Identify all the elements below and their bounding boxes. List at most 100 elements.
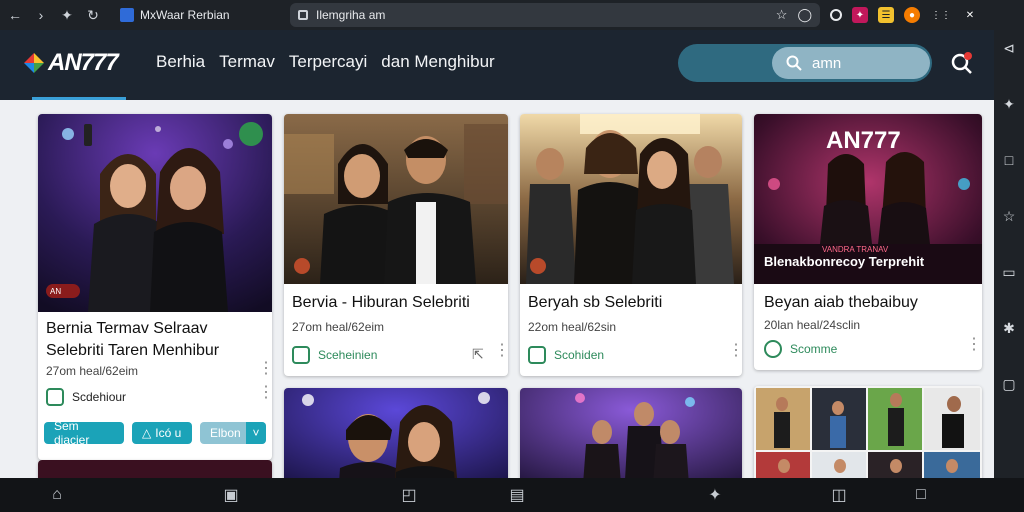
tab-favicon-icon (120, 8, 134, 22)
tools-icon[interactable]: ✦ (1001, 96, 1017, 112)
nav-item-termav[interactable]: Termav (219, 52, 275, 72)
article-card[interactable]: Bervia - Hiburan Selebriti 27om heal/62e… (284, 114, 508, 376)
home-icon[interactable]: ⌂ (48, 486, 66, 504)
bottom-bar: ⌂ ▣ ◰ ▤ ✦ ◫ □ (0, 478, 1024, 512)
back-icon[interactable]: ← (4, 4, 26, 26)
card-image[interactable] (284, 114, 508, 284)
card-category[interactable]: Sceheinien (292, 346, 377, 364)
action-button-2-label: Icó u (155, 426, 182, 440)
share-icon[interactable]: ⇱ (472, 346, 484, 363)
card-category[interactable]: Scomme (764, 340, 837, 358)
card-category[interactable]: Scdehiour (46, 388, 126, 406)
card-title[interactable]: Beyan aiab thebaibuy (764, 292, 918, 314)
window-icon[interactable]: ▢ (1001, 376, 1017, 392)
circle-icon[interactable] (830, 9, 842, 21)
store-icon[interactable]: ▤ (508, 486, 526, 504)
share-icon[interactable]: ⊲ (1001, 40, 1017, 56)
bookmark-icon[interactable]: ▭ (1001, 264, 1017, 280)
triangle-icon: △ (142, 426, 152, 440)
menu-dots-icon[interactable]: ⋮⋮ (930, 7, 952, 23)
address-bar[interactable]: Ilemgriha am ☆ ◯ (290, 3, 820, 27)
card-image[interactable] (284, 388, 508, 478)
poster-title: AN777 (826, 127, 901, 154)
settings-icon[interactable]: ✱ (1001, 320, 1017, 336)
article-card[interactable]: AN777 VANDRA TRANAV Blenakbonrecoy Terpr… (754, 114, 982, 370)
address-text: Ilemgriha am (316, 8, 386, 22)
square-icon[interactable]: □ (1001, 152, 1017, 168)
category-icon (764, 340, 782, 358)
article-card[interactable]: AN Bernia Termav Selraav Selebriti Taren… (38, 114, 272, 460)
card-image[interactable]: AN (38, 114, 272, 312)
category-icon (292, 346, 310, 364)
card-meta: 27om heal/62eim (292, 320, 385, 334)
puzzle-icon[interactable]: ✦ (852, 7, 868, 23)
card-title[interactable]: Beryah sb Selebriti (528, 292, 662, 314)
logo-mark-icon (24, 53, 44, 73)
bag-icon[interactable]: ◰ (400, 486, 418, 504)
shield-icon[interactable]: ◯ (797, 7, 812, 23)
card-menu-icon[interactable]: ⋮ (966, 337, 982, 353)
poster-sub: VANDRA TRANAV (822, 245, 889, 254)
camera-icon[interactable]: ▣ (222, 486, 240, 504)
browser-toolbar: ← › ✦ ↻ MxWaar Rerbian Ilemgriha am ☆ ◯ … (0, 0, 1024, 30)
card-menu-icon[interactable]: ⋮ (728, 343, 742, 359)
bookmark-star-icon[interactable]: ☆ (776, 7, 788, 23)
article-card[interactable] (284, 388, 508, 478)
action-button-3[interactable]: Elbon ˅ (200, 422, 266, 444)
category-icon (46, 388, 64, 406)
media-icon[interactable]: ● (904, 7, 920, 23)
side-rail: ⊲ ✦ □ ☆ ▭ ✱ ▢ (994, 30, 1024, 478)
search-input[interactable]: amn (772, 47, 930, 79)
card-title[interactable]: Bervia - Hiburan Selebriti (292, 292, 470, 314)
site-header: AN777 Berhia Termav Terpercayi dan Mengh… (0, 30, 994, 100)
card-meta: 22om heal/62sin (528, 320, 617, 334)
notification-dot (964, 52, 972, 60)
site-nav: Berhia Termav Terpercayi dan Menghibur (156, 52, 495, 72)
tab-title: MxWaar Rerbian (140, 8, 230, 22)
nav-item-terpercayi[interactable]: Terpercayi (289, 52, 367, 72)
close-icon[interactable]: ✕ (962, 7, 978, 23)
search-bar[interactable]: amn (678, 44, 932, 82)
card-image[interactable] (754, 386, 982, 478)
article-card[interactable] (754, 386, 982, 478)
article-card[interactable] (520, 388, 742, 478)
category-label: Scdehiour (72, 390, 127, 404)
article-card[interactable] (38, 460, 272, 478)
card-meta: 27om heal/62eim (46, 364, 139, 378)
star-icon[interactable]: ☆ (1001, 208, 1017, 224)
action-button-3-label: Elbon (210, 426, 241, 440)
card-image[interactable] (520, 114, 742, 284)
logo-text: AN777 (48, 49, 119, 76)
card-title[interactable]: Bernia Termav Selraav Selebriti Taren Me… (46, 318, 266, 362)
lock-icon (298, 10, 308, 20)
card-menu-icon-2[interactable]: ⋮ (258, 385, 272, 401)
chevron-down-icon[interactable]: ˅ (246, 422, 266, 444)
article-card[interactable]: Beryah sb Selebriti 22om heal/62sin Scoh… (520, 114, 742, 376)
category-label: Scomme (790, 342, 838, 356)
tools-icon[interactable]: ✦ (706, 486, 724, 504)
content-grid: AN Bernia Termav Selraav Selebriti Taren… (0, 100, 994, 478)
browser-tab[interactable]: MxWaar Rerbian (120, 4, 280, 26)
forward-icon[interactable]: › (30, 4, 52, 26)
card-image[interactable]: AN777 VANDRA TRANAV Blenakbonrecoy Terpr… (754, 114, 982, 284)
action-button-1[interactable]: Sem diacier (44, 419, 124, 447)
search-text: amn (812, 54, 842, 72)
nav-item-menghibur[interactable]: dan Menghibur (381, 52, 494, 72)
card-image[interactable] (38, 460, 272, 478)
notes-icon[interactable]: ☰ (878, 7, 894, 23)
nav-item-berhia[interactable]: Berhia (156, 52, 205, 72)
poster-line: Blenakbonrecoy Terprehit (764, 254, 925, 269)
card-menu-icon[interactable]: ⋮ (494, 343, 508, 359)
card-menu-icon[interactable]: ⋮ (258, 361, 272, 377)
action-button-2[interactable]: △ Icó u (132, 422, 192, 444)
category-icon (528, 346, 546, 364)
extensions-icon[interactable]: ✦ (56, 4, 78, 26)
card-meta: 20lan heal/24sclin (764, 318, 861, 332)
panel-icon[interactable]: ◫ (830, 486, 848, 504)
screen: ← › ✦ ↻ MxWaar Rerbian Ilemgriha am ☆ ◯ … (0, 0, 1024, 512)
card-category[interactable]: Scohiden (528, 346, 604, 364)
card-image[interactable] (520, 388, 742, 478)
reload-icon[interactable]: ↻ (82, 4, 104, 26)
site-logo[interactable]: AN777 (22, 48, 126, 78)
square-icon[interactable]: □ (912, 486, 930, 504)
